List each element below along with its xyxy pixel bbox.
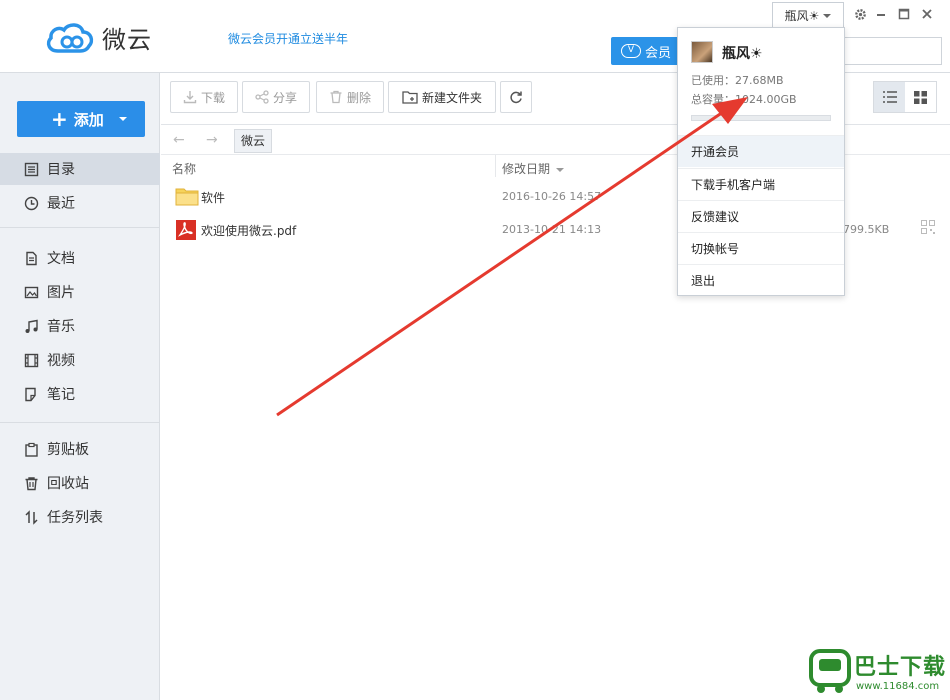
column-header-date[interactable]: 修改日期 bbox=[502, 160, 565, 177]
plus-icon: + bbox=[51, 107, 68, 131]
menu-item-download-mobile[interactable]: 下载手机客户端 bbox=[678, 168, 844, 200]
gear-icon[interactable] bbox=[852, 6, 868, 22]
search-input[interactable] bbox=[840, 37, 942, 65]
new-folder-label: 新建文件夹 bbox=[421, 90, 482, 105]
watermark-logo-icon bbox=[809, 649, 851, 693]
file-date: 2013-10-21 14:13 bbox=[502, 223, 602, 236]
grid-view-icon[interactable] bbox=[905, 82, 936, 112]
watermark: 巴士下载 www.11684.com bbox=[808, 645, 948, 697]
share-button[interactable]: 分享 bbox=[242, 81, 310, 113]
sidebar: + 添加 目录 最近 文档 图片 音乐 视频 笔记 剪贴板 回收站 任务列表 bbox=[0, 73, 160, 700]
back-arrow-icon[interactable]: ← bbox=[173, 132, 185, 148]
new-folder-icon bbox=[402, 91, 418, 104]
clipboard-icon bbox=[25, 442, 38, 457]
sidebar-item-label: 目录 bbox=[47, 162, 75, 178]
close-icon[interactable] bbox=[919, 6, 935, 22]
watermark-url: www.11684.com bbox=[856, 681, 940, 692]
chevron-down-icon bbox=[119, 117, 127, 121]
menu-item-logout[interactable]: 退出 bbox=[678, 264, 844, 296]
storage-used: 已使用：27.68MB bbox=[691, 74, 784, 87]
sidebar-item-label: 文档 bbox=[47, 251, 75, 267]
download-button[interactable]: 下载 bbox=[170, 81, 238, 113]
file-size: 799.5KB bbox=[843, 223, 890, 236]
dropdown-username: 瓶风☀ bbox=[722, 46, 763, 62]
clock-icon bbox=[24, 196, 39, 210]
refresh-icon bbox=[510, 91, 522, 104]
weiyun-logo[interactable]: 微云 bbox=[44, 20, 152, 55]
sidebar-item-label: 回收站 bbox=[47, 476, 89, 492]
menu-item-feedback[interactable]: 反馈建议 bbox=[678, 200, 844, 232]
user-menu-toggle[interactable]: 瓶风☀ bbox=[772, 2, 844, 28]
trash-icon bbox=[330, 90, 342, 104]
transfer-icon bbox=[25, 509, 38, 525]
sort-down-icon bbox=[556, 167, 565, 172]
sidebar-item-recent[interactable]: 最近 bbox=[0, 187, 160, 219]
sidebar-item-documents[interactable]: 文档 bbox=[0, 242, 160, 274]
app-title: 微云 bbox=[102, 26, 152, 54]
file-name[interactable]: 欢迎使用微云.pdf bbox=[201, 222, 296, 239]
sidebar-item-video[interactable]: 视频 bbox=[0, 344, 160, 376]
sidebar-item-label: 任务列表 bbox=[47, 510, 103, 526]
maximize-icon[interactable] bbox=[896, 6, 912, 22]
sidebar-item-label: 图片 bbox=[47, 285, 75, 301]
file-date: 2016-10-26 14:57 bbox=[502, 190, 602, 203]
sidebar-item-directory[interactable]: 目录 bbox=[0, 153, 160, 185]
menu-item-switch-account[interactable]: 切换帐号 bbox=[678, 232, 844, 264]
vip-button-label: 会员 bbox=[645, 45, 672, 61]
vip-icon: V bbox=[621, 44, 641, 58]
sidebar-item-label: 视频 bbox=[47, 353, 75, 369]
delete-label: 删除 bbox=[346, 90, 371, 105]
breadcrumb-item-root[interactable]: 微云 bbox=[234, 129, 273, 153]
avatar bbox=[691, 41, 713, 63]
sidebar-item-notes[interactable]: 笔记 bbox=[0, 378, 160, 410]
download-label: 下载 bbox=[200, 90, 225, 105]
divider bbox=[0, 227, 160, 228]
column-header-name[interactable]: 名称 bbox=[172, 160, 196, 177]
divider bbox=[0, 422, 160, 423]
user-tab-label: 瓶风☀ bbox=[784, 9, 820, 23]
document-icon bbox=[26, 251, 37, 265]
music-icon bbox=[25, 319, 38, 333]
add-button[interactable]: + 添加 bbox=[17, 101, 145, 137]
vip-promo-link[interactable]: 微云会员开通立送半年 bbox=[228, 30, 348, 47]
file-name[interactable]: 软件 bbox=[201, 189, 225, 206]
share-icon bbox=[255, 90, 269, 104]
list-view-icon[interactable] bbox=[874, 82, 905, 112]
forward-arrow-icon[interactable]: → bbox=[206, 132, 218, 148]
sidebar-item-clipboard[interactable]: 剪贴板 bbox=[0, 433, 160, 465]
sidebar-item-music[interactable]: 音乐 bbox=[0, 310, 160, 342]
sidebar-item-label: 最近 bbox=[47, 196, 75, 212]
new-folder-button[interactable]: 新建文件夹 bbox=[388, 81, 496, 113]
storage-progress-bar bbox=[691, 115, 831, 121]
minimize-icon[interactable] bbox=[873, 6, 889, 22]
image-icon bbox=[24, 286, 39, 298]
user-dropdown-menu: 瓶风☀ 已使用：27.68MB 总容量：1024.00GB 开通会员 下载手机客… bbox=[677, 27, 845, 296]
qr-code-icon[interactable] bbox=[921, 220, 935, 234]
sidebar-item-images[interactable]: 图片 bbox=[0, 276, 160, 308]
delete-button[interactable]: 删除 bbox=[316, 81, 384, 113]
column-divider bbox=[495, 155, 496, 177]
chevron-down-icon bbox=[823, 13, 832, 18]
add-button-label: 添加 bbox=[73, 110, 104, 129]
menu-item-open-vip[interactable]: 开通会员 bbox=[678, 135, 844, 167]
sidebar-item-label: 笔记 bbox=[47, 387, 75, 403]
refresh-button[interactable] bbox=[500, 81, 532, 113]
view-switcher bbox=[873, 81, 937, 113]
note-icon bbox=[25, 387, 36, 401]
storage-total: 总容量：1024.00GB bbox=[691, 93, 797, 106]
sidebar-item-label: 音乐 bbox=[47, 319, 75, 335]
sidebar-item-trash[interactable]: 回收站 bbox=[0, 467, 160, 499]
column-header-date-label: 修改日期 bbox=[502, 162, 551, 176]
cloud-logo-icon bbox=[46, 22, 94, 53]
pdf-icon bbox=[175, 219, 197, 244]
trash-icon bbox=[25, 476, 38, 490]
download-icon bbox=[183, 91, 197, 104]
directory-icon bbox=[24, 162, 39, 176]
video-icon bbox=[24, 353, 39, 367]
sidebar-item-tasks[interactable]: 任务列表 bbox=[0, 501, 160, 533]
watermark-title: 巴士下载 bbox=[854, 655, 947, 680]
sidebar-item-label: 剪贴板 bbox=[47, 442, 89, 458]
share-label: 分享 bbox=[272, 90, 297, 105]
folder-icon bbox=[175, 186, 199, 209]
